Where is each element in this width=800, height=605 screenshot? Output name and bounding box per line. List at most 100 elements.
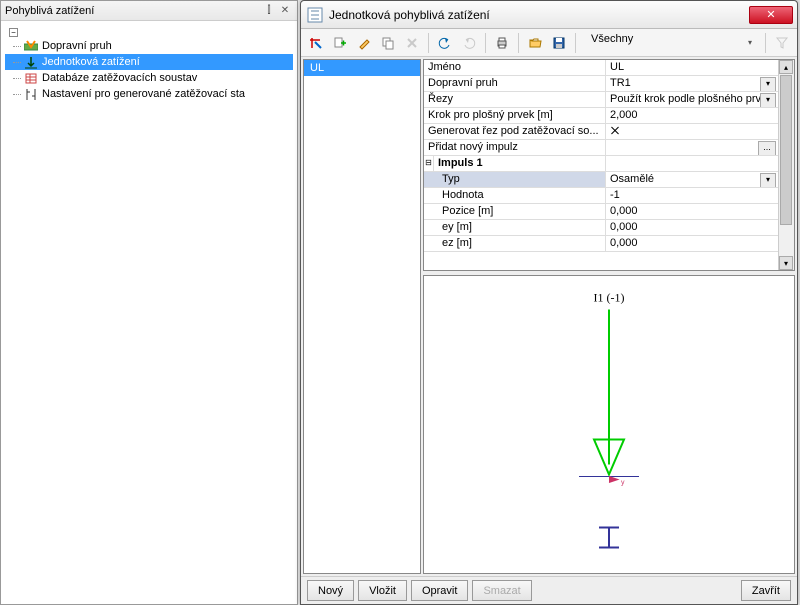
property-value[interactable]: UL xyxy=(606,60,778,75)
property-value[interactable]: Použít krok podle plošného prvk xyxy=(606,92,778,107)
insert-button[interactable]: Vložit xyxy=(358,580,407,601)
tb-open-icon[interactable] xyxy=(524,32,546,54)
property-label: Řezy xyxy=(424,92,606,107)
filter-select[interactable]: Všechny xyxy=(587,33,746,53)
tb-undo-icon[interactable] xyxy=(434,32,456,54)
property-label: ez [m] xyxy=(424,236,606,251)
tree-item-label: Nastavení pro generované zatěžovací sta xyxy=(42,88,245,100)
tree-item-lane[interactable]: Dopravní pruh xyxy=(5,38,293,54)
property-rows: JménoULDopravní pruhTR1ŘezyPoužít krok p… xyxy=(424,60,778,270)
property-label: Typ xyxy=(424,172,606,187)
separator xyxy=(765,33,766,53)
tb-delete-icon[interactable] xyxy=(401,32,423,54)
item-list[interactable]: UL xyxy=(303,59,421,574)
close-dialog-button[interactable]: Zavřít xyxy=(741,580,791,601)
tree-item-label: Databáze zatěžovacích soustav xyxy=(42,72,197,84)
property-value[interactable]: 0,000 xyxy=(606,220,778,235)
list-item[interactable]: UL xyxy=(304,60,420,76)
database-icon xyxy=(23,71,38,85)
property-row[interactable]: Krok pro plošný prvek [m]2,000 xyxy=(424,108,778,124)
lane-icon xyxy=(23,39,38,53)
dialog-titlebar[interactable]: Jednotková pohyblivá zatížení ✕ xyxy=(301,1,797,29)
preview-label: I1 (-1) xyxy=(594,291,625,305)
dialog-footer: Nový Vložit Opravit Smazat Zavřít xyxy=(301,576,797,604)
property-row[interactable]: TypOsamělé xyxy=(424,172,778,188)
property-value[interactable] xyxy=(606,140,778,155)
tb-add-icon[interactable] xyxy=(329,32,351,54)
load-icon xyxy=(23,55,38,69)
close-button[interactable]: ✕ xyxy=(749,6,793,24)
property-value[interactable]: -1 xyxy=(606,188,778,203)
new-button[interactable]: Nový xyxy=(307,580,354,601)
property-label: Jméno xyxy=(424,60,606,75)
property-value[interactable]: TR1 xyxy=(606,76,778,91)
tb-redo-icon[interactable] xyxy=(458,32,480,54)
property-row[interactable]: ez [m]0,000 xyxy=(424,236,778,252)
app-icon xyxy=(307,7,323,23)
tree-item-unit-loads[interactable]: Jednotková zatížení xyxy=(5,54,293,70)
tb-copy-icon[interactable] xyxy=(377,32,399,54)
side-panel-title: Pohyblivá zatížení xyxy=(5,5,261,17)
separator xyxy=(485,33,486,53)
scroll-down-icon[interactable]: ▾ xyxy=(779,256,793,270)
property-value[interactable]: 0,000 xyxy=(606,204,778,219)
property-row[interactable]: ⊟Impuls 1 xyxy=(424,156,778,172)
property-label: Generovat řez pod zatěžovací so... xyxy=(424,124,606,139)
preview-svg: I1 (-1) y xyxy=(424,276,794,573)
close-icon[interactable]: ✕ xyxy=(277,4,293,18)
separator xyxy=(428,33,429,53)
tree-expander[interactable]: − xyxy=(9,28,18,37)
property-row[interactable]: ŘezyPoužít krok podle plošného prvk xyxy=(424,92,778,108)
tree-item-db[interactable]: Databáze zatěžovacích soustav xyxy=(5,70,293,86)
detail-pane: JménoULDopravní pruhTR1ŘezyPoužít krok p… xyxy=(423,59,795,574)
property-row[interactable]: JménoUL xyxy=(424,60,778,76)
checkbox-checked-icon[interactable] xyxy=(610,125,620,135)
property-row[interactable]: Dopravní pruhTR1 xyxy=(424,76,778,92)
axis-y-icon xyxy=(609,477,618,483)
property-value[interactable] xyxy=(606,124,778,139)
side-panel-titlebar: Pohyblivá zatížení ⫿ ✕ xyxy=(1,1,297,21)
property-row[interactable]: ey [m]0,000 xyxy=(424,220,778,236)
settings-icon xyxy=(23,87,38,101)
axis-y-label: y xyxy=(621,480,625,487)
scroll-thumb[interactable] xyxy=(780,75,792,225)
tree-item-label: Jednotková zatížení xyxy=(42,56,140,68)
scroll-up-icon[interactable]: ▴ xyxy=(779,60,793,74)
delete-button[interactable]: Smazat xyxy=(472,580,531,601)
section-icon xyxy=(599,528,619,548)
property-label: Dopravní pruh xyxy=(424,76,606,91)
tree: − Dopravní pruh Jednotková zatížení Data… xyxy=(1,21,297,108)
property-row[interactable]: Pozice [m]0,000 xyxy=(424,204,778,220)
preview-pane: I1 (-1) y xyxy=(423,275,795,574)
edit-button[interactable]: Opravit xyxy=(411,580,468,601)
tb-new-icon[interactable] xyxy=(305,32,327,54)
tb-print-icon[interactable] xyxy=(491,32,513,54)
tb-edit-icon[interactable] xyxy=(353,32,375,54)
property-row[interactable]: Hodnota-1 xyxy=(424,188,778,204)
property-grid: JménoULDopravní pruhTR1ŘezyPoužít krok p… xyxy=(423,59,795,271)
property-value[interactable]: Osamělé xyxy=(606,172,778,187)
property-value[interactable]: 2,000 xyxy=(606,108,778,123)
property-value xyxy=(606,156,778,171)
property-row[interactable]: Přidat nový impulz xyxy=(424,140,778,156)
property-value[interactable]: 0,000 xyxy=(606,236,778,251)
property-label: Přidat nový impulz xyxy=(424,140,606,155)
property-label: Hodnota xyxy=(424,188,606,203)
tree-item-settings[interactable]: Nastavení pro generované zatěžovací sta xyxy=(5,86,293,102)
tree-root[interactable]: − xyxy=(5,27,293,38)
separator xyxy=(518,33,519,53)
dropdown-icon[interactable]: ▾ xyxy=(748,38,760,47)
toolbar: Všechny ▾ xyxy=(301,29,797,57)
tree-item-label: Dopravní pruh xyxy=(42,40,112,52)
row-expander[interactable]: ⊟ xyxy=(424,156,434,171)
dialog-window: Jednotková pohyblivá zatížení ✕ Všechny … xyxy=(300,0,798,605)
property-row[interactable]: Generovat řez pod zatěžovací so... xyxy=(424,124,778,140)
tb-filter-icon[interactable] xyxy=(771,32,793,54)
pin-icon[interactable]: ⫿ xyxy=(261,4,277,18)
dialog-title: Jednotková pohyblivá zatížení xyxy=(329,8,749,22)
property-label: ey [m] xyxy=(424,220,606,235)
property-label: Pozice [m] xyxy=(424,204,606,219)
scrollbar[interactable]: ▴ ▾ xyxy=(778,60,794,270)
property-label: Impuls 1 xyxy=(434,156,606,171)
tb-save-icon[interactable] xyxy=(548,32,570,54)
